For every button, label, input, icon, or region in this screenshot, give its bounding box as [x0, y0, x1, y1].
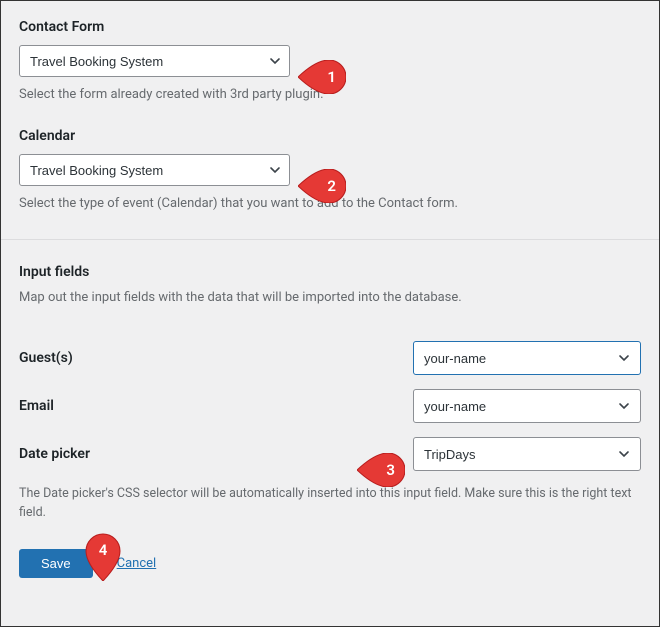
contact-form-select[interactable]: Travel Booking System — [19, 45, 290, 77]
calendar-label: Calendar — [19, 128, 641, 144]
save-button[interactable]: Save — [19, 549, 93, 578]
cancel-link[interactable]: Cancel — [117, 556, 157, 571]
contact-form-label: Contact Form — [19, 19, 641, 35]
calendar-helper: Select the type of event (Calendar) that… — [19, 196, 641, 211]
input-fields-subtitle: Map out the input fields with the data t… — [19, 290, 641, 305]
date-picker-select[interactable]: TripDays — [413, 437, 641, 471]
guests-label: Guest(s) — [19, 350, 413, 366]
contact-form-helper: Select the form already created with 3rd… — [19, 87, 641, 102]
calendar-select[interactable]: Travel Booking System — [19, 154, 290, 186]
row-date-picker: Date picker TripDays — [19, 437, 641, 471]
row-guests: Guest(s) your-name — [19, 341, 641, 375]
email-label: Email — [19, 398, 413, 414]
email-select[interactable]: your-name — [413, 389, 641, 423]
guests-select[interactable]: your-name — [413, 341, 641, 375]
input-fields-title: Input fields — [19, 264, 641, 280]
date-picker-footnote: The Date picker's CSS selector will be a… — [19, 485, 641, 523]
date-picker-label: Date picker — [19, 446, 413, 462]
row-email: Email your-name — [19, 389, 641, 423]
